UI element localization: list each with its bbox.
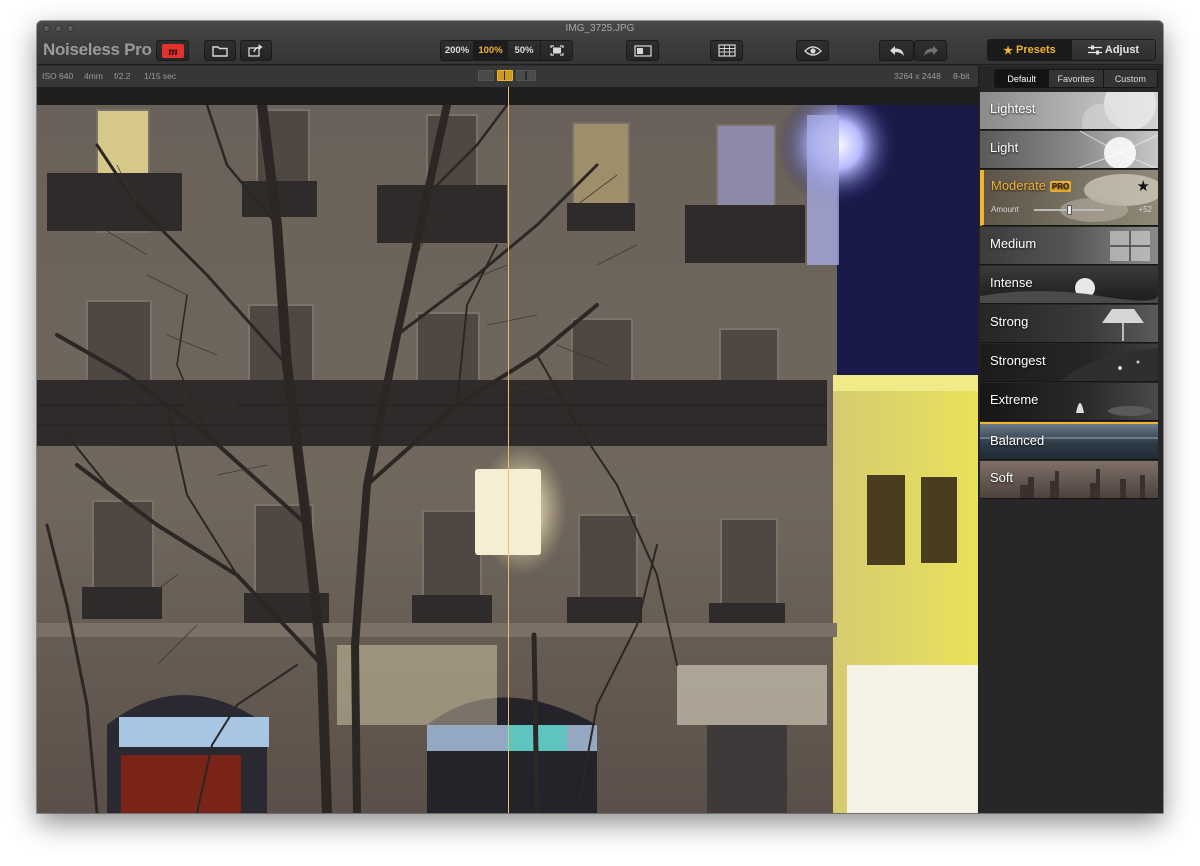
preset-light[interactable]: Light	[980, 131, 1158, 169]
app-name: Noiseless Pro	[43, 40, 152, 59]
shutter-speed: 1/15 sec	[144, 71, 177, 81]
preset-extreme-label: Extreme	[990, 392, 1039, 407]
fit-screen-icon	[549, 45, 564, 56]
preset-balanced[interactable]: Balanced	[980, 422, 1158, 460]
macphun-logo-button[interactable]: m	[156, 40, 189, 61]
grid-icon	[717, 44, 736, 57]
segment-favorites[interactable]: Favorites	[1048, 70, 1103, 87]
focal-length: 4mm	[84, 71, 103, 81]
segment-custom[interactable]: Custom	[1102, 70, 1157, 87]
preset-soft-label: Soft	[990, 470, 1014, 485]
zoom-50-button[interactable]: 50%	[508, 41, 541, 60]
tab-presets-label: Presets	[1016, 44, 1056, 56]
compare-view-icon	[633, 44, 652, 57]
preset-strong-label: Strong	[990, 314, 1029, 329]
amount-slider-knob[interactable]	[1066, 205, 1072, 215]
preset-moderate[interactable]: Moderate PRO ★ Amount +52	[980, 170, 1158, 226]
eye-icon	[803, 45, 822, 56]
sliders-icon	[1087, 45, 1102, 55]
redo-icon	[923, 45, 938, 56]
title-bar: IMG_3725.JPG	[37, 21, 1163, 37]
share-icon	[248, 44, 263, 57]
amount-value: +52	[1138, 205, 1152, 214]
app-window: IMG_3725.JPG Noiseless Pro m 200% 100% 5…	[37, 21, 1163, 813]
folder-icon	[212, 45, 228, 57]
compare-view-button[interactable]	[626, 40, 659, 61]
tab-adjust[interactable]: Adjust	[1071, 40, 1155, 60]
bit-depth: 8-bit	[953, 71, 970, 81]
split-view-button[interactable]	[497, 70, 513, 81]
macphun-logo-icon: m	[161, 43, 184, 58]
tab-presets[interactable]: ★ Presets	[988, 40, 1071, 60]
pro-badge: PRO	[1049, 181, 1072, 193]
preset-medium[interactable]: Medium	[980, 227, 1158, 265]
redo-button[interactable]	[914, 40, 947, 61]
preset-lightest[interactable]: Lightest	[980, 92, 1158, 130]
preset-lightest-label: Lightest	[990, 101, 1036, 116]
svg-text:m: m	[168, 44, 177, 58]
preset-strong[interactable]: Strong	[980, 305, 1158, 343]
toolbar: Noiseless Pro m 200% 100% 50% ★ Presets …	[37, 37, 1163, 65]
grid-view-button[interactable]	[710, 40, 743, 61]
undo-icon	[889, 45, 904, 56]
preset-intense[interactable]: Intense	[980, 266, 1158, 304]
preset-balanced-label: Balanced	[990, 433, 1045, 448]
aperture-value: f/2.2	[114, 71, 131, 81]
window-title: IMG_3725.JPG	[565, 23, 635, 34]
favorite-star-icon[interactable]: ★	[1137, 177, 1150, 195]
preset-strongest[interactable]: Strongest	[980, 344, 1158, 382]
share-button[interactable]	[240, 40, 272, 61]
panel-tabs: ★ Presets Adjust	[987, 39, 1156, 61]
zoom-200-button[interactable]: 200%	[441, 41, 474, 60]
single-view-button[interactable]	[478, 70, 494, 81]
tab-adjust-label: Adjust	[1104, 44, 1140, 56]
preset-medium-label: Medium	[990, 236, 1037, 251]
zoom-100-button[interactable]: 100%	[474, 41, 508, 60]
undo-button[interactable]	[879, 40, 914, 61]
preset-strongest-label: Strongest	[990, 353, 1046, 368]
amount-slider[interactable]	[1034, 205, 1104, 215]
image-dimensions: 3264 x 2448	[894, 71, 941, 81]
split-divider[interactable]	[508, 87, 509, 813]
preset-extreme[interactable]: Extreme	[980, 383, 1158, 421]
fit-screen-button[interactable]	[541, 41, 572, 60]
view-mode-selector	[478, 70, 536, 81]
preview-button[interactable]	[796, 40, 829, 61]
preset-soft[interactable]: Soft	[980, 461, 1158, 499]
open-file-button[interactable]	[204, 40, 236, 61]
star-icon: ★	[1003, 44, 1014, 57]
photo-info-bar: ISO 640 4mm f/2.2 1/15 sec 3264 x 2448 8…	[37, 66, 978, 87]
preset-intense-label: Intense	[990, 275, 1033, 290]
amount-label: Amount	[991, 205, 1019, 214]
iso-value: ISO 640	[42, 71, 74, 81]
preset-light-label: Light	[990, 140, 1019, 155]
preset-category-selector: Default Favorites Custom	[994, 69, 1158, 88]
side-by-side-view-button[interactable]	[516, 70, 536, 81]
presets-sidebar: Default Favorites Custom Lightest Light …	[978, 66, 1163, 813]
preset-moderate-label: Moderate PRO	[991, 178, 1072, 193]
zoom-control: 200% 100% 50%	[440, 40, 573, 61]
segment-default[interactable]: Default	[995, 70, 1049, 87]
